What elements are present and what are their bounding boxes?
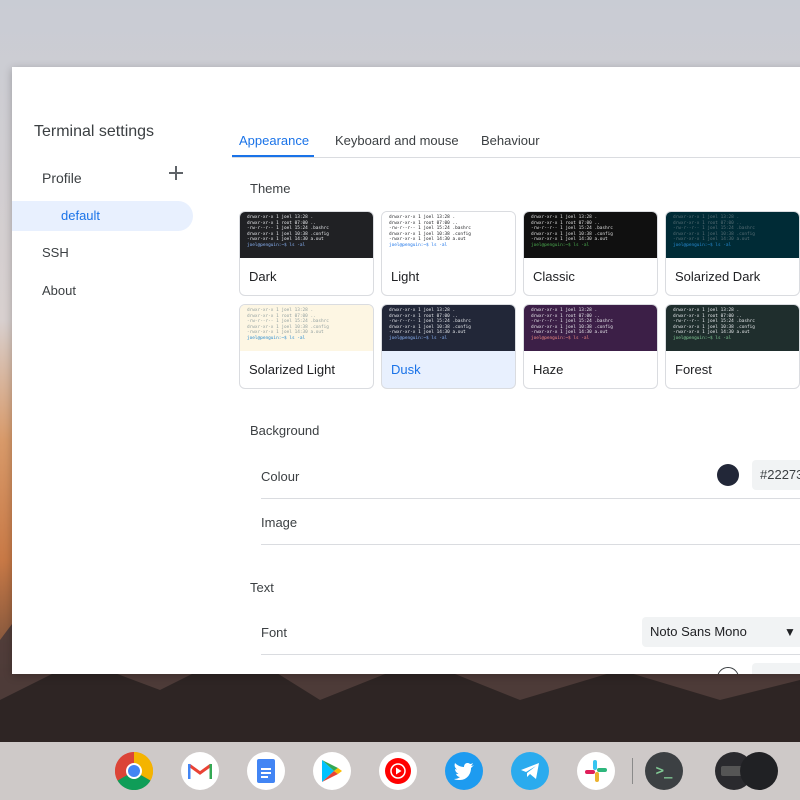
theme-card-name: Classic — [533, 269, 575, 284]
theme-preview: drwxr-xr-x 1 joel 13:28 . drwxr-xr-x 1 ro… — [382, 212, 515, 258]
sidebar-item-ssh[interactable]: SSH — [42, 245, 69, 260]
theme-card-haze[interactable]: drwxr-xr-x 1 joel 13:28 . drwxr-xr-x 1 ro… — [523, 304, 658, 389]
theme-preview: drwxr-xr-x 1 joel 13:28 . drwxr-xr-x 1 ro… — [666, 212, 799, 258]
theme-card-name: Light — [391, 269, 420, 284]
theme-preview: drwxr-xr-x 1 joel 13:28 . drwxr-xr-x 1 ro… — [524, 212, 657, 258]
terminal-settings-window: Terminal settings Profile default SSH Ab… — [12, 67, 800, 674]
theme-card-name: Forest — [675, 362, 712, 377]
shelf: >_ — [0, 742, 800, 800]
theme-card-classic[interactable]: drwxr-xr-x 1 joel 13:28 . drwxr-xr-x 1 ro… — [523, 211, 658, 296]
sidebar-item-default[interactable]: default — [12, 201, 193, 231]
theme-preview-line: joel@penguin:~$ ls -al — [673, 242, 732, 248]
theme-card-solarized-light[interactable]: drwxr-xr-x 1 joel 13:28 . drwxr-xr-x 1 ro… — [239, 304, 374, 389]
theme-card-solarized-dark[interactable]: drwxr-xr-x 1 joel 13:28 . drwxr-xr-x 1 ro… — [665, 211, 800, 296]
theme-card-dusk[interactable]: drwxr-xr-x 1 joel 13:28 . drwxr-xr-x 1 ro… — [381, 304, 516, 389]
active-tab-indicator — [232, 155, 314, 157]
app-title: Terminal settings — [34, 123, 155, 140]
theme-preview-line: joel@penguin:~$ ls -al — [389, 335, 448, 341]
theme-preview-line: joel@penguin:~$ ls -al — [247, 242, 306, 248]
theme-preview-line: joel@penguin:~$ ls -al — [673, 335, 732, 341]
telegram-icon[interactable] — [511, 752, 549, 790]
text-colour-field[interactable] — [752, 663, 800, 674]
theme-preview-line: joel@penguin:~$ ls -al — [531, 335, 590, 341]
theme-preview: drwxr-xr-x 1 joel 13:28 . drwxr-xr-x 1 ro… — [240, 212, 373, 258]
shelf-separator — [632, 758, 633, 784]
theme-card-name: Solarized Dark — [675, 269, 761, 284]
theme-preview: drwxr-xr-x 1 joel 13:28 . drwxr-xr-x 1 ro… — [382, 305, 515, 351]
youtube-music-icon[interactable] — [379, 752, 417, 790]
window-preview-icon[interactable] — [740, 752, 778, 790]
font-label: Font — [261, 625, 288, 640]
image-label: Image — [261, 515, 298, 530]
sidebar: Terminal settings Profile default SSH Ab… — [12, 67, 212, 674]
play-store-icon[interactable] — [313, 752, 351, 790]
theme-card-name: Solarized Light — [249, 362, 335, 377]
divider — [261, 498, 800, 499]
slack-icon[interactable] — [577, 752, 615, 790]
add-profile-icon[interactable] — [168, 165, 184, 181]
colour-label: Colour — [261, 469, 300, 484]
theme-preview: drwxr-xr-x 1 joel 13:28 . drwxr-xr-x 1 ro… — [524, 305, 657, 351]
theme-card-name: Dark — [249, 269, 277, 284]
theme-preview-line: joel@penguin:~$ ls -al — [531, 242, 590, 248]
divider — [261, 654, 800, 655]
font-select-value: Noto Sans Mono — [650, 624, 747, 639]
theme-card-name: Dusk — [391, 362, 421, 377]
divider — [261, 544, 800, 545]
theme-preview-line: joel@penguin:~$ ls -al — [389, 242, 448, 248]
docs-icon[interactable] — [247, 752, 285, 790]
chevron-down-icon: ▼ — [784, 625, 796, 639]
background-section-label: Background — [250, 423, 320, 438]
colour-hex-field[interactable]: #22273 — [752, 460, 800, 490]
tab-keyboard-and-mouse[interactable]: Keyboard and mouse — [335, 133, 459, 148]
theme-card-name: Haze — [533, 362, 564, 377]
sidebar-item-about[interactable]: About — [42, 283, 76, 298]
text-section-label: Text — [250, 580, 274, 595]
theme-card-forest[interactable]: drwxr-xr-x 1 joel 13:28 . drwxr-xr-x 1 ro… — [665, 304, 800, 389]
twitter-icon[interactable] — [445, 752, 483, 790]
theme-preview-line: joel@penguin:~$ ls -al — [247, 335, 306, 341]
font-select[interactable]: Noto Sans Mono ▼ — [642, 617, 800, 647]
theme-section-label: Theme — [250, 181, 291, 196]
colour-swatch[interactable] — [717, 464, 739, 486]
sidebar-profile-header: Profile — [42, 170, 82, 186]
chrome-icon[interactable] — [115, 752, 153, 790]
theme-preview: drwxr-xr-x 1 joel 13:28 . drwxr-xr-x 1 ro… — [666, 305, 799, 351]
theme-card-dark[interactable]: drwxr-xr-x 1 joel 13:28 . drwxr-xr-x 1 ro… — [239, 211, 374, 296]
text-colour-swatch[interactable] — [717, 667, 739, 674]
gmail-icon[interactable] — [181, 752, 219, 790]
theme-preview: drwxr-xr-x 1 joel 13:28 . drwxr-xr-x 1 ro… — [240, 305, 373, 351]
terminal-icon[interactable]: >_ — [645, 752, 683, 790]
tab-bar: Appearance Keyboard and mouse Behaviour — [232, 123, 800, 158]
tab-appearance[interactable]: Appearance — [239, 133, 309, 148]
tab-behaviour[interactable]: Behaviour — [481, 133, 540, 148]
theme-card-light[interactable]: drwxr-xr-x 1 joel 13:28 . drwxr-xr-x 1 ro… — [381, 211, 516, 296]
